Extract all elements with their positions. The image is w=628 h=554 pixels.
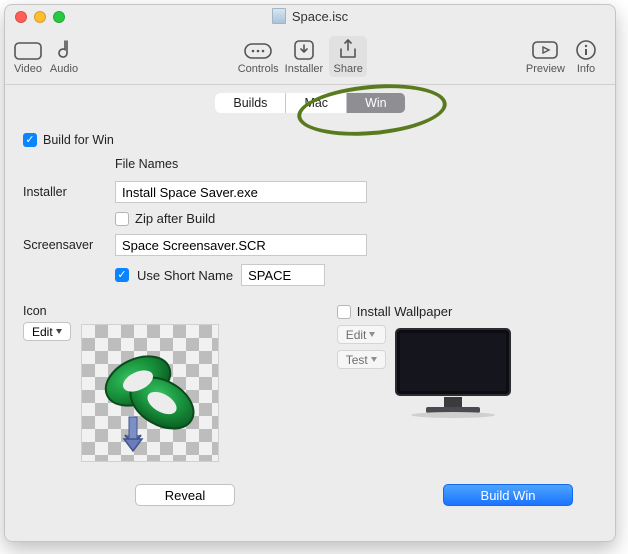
install-wallpaper-checkbox[interactable] [337, 305, 351, 319]
reveal-button[interactable]: Reveal [135, 484, 235, 506]
zip-after-build-label: Zip after Build [135, 211, 215, 226]
seg-win[interactable]: Win [347, 93, 405, 113]
zip-after-build-checkbox[interactable] [115, 212, 129, 226]
toolbar-share-label: Share [334, 63, 363, 75]
info-icon [571, 38, 601, 62]
icon-label: Icon [23, 304, 219, 318]
build-for-win-label: Build for Win [43, 133, 114, 147]
close-window-button[interactable] [15, 11, 27, 23]
icon-edit-label: Edit [32, 325, 53, 339]
screensaver-label: Screensaver [23, 238, 109, 252]
zoom-window-button[interactable] [53, 11, 65, 23]
toolbar-installer[interactable]: Installer [285, 38, 324, 75]
monitor-preview [394, 325, 512, 419]
icon-preview [81, 324, 219, 462]
wallpaper-edit-button[interactable]: Edit [337, 325, 386, 344]
audio-icon [49, 38, 79, 62]
toolbar-audio[interactable]: Audio [49, 38, 79, 75]
traffic-lights [15, 11, 65, 23]
build-for-win-row[interactable]: Build for Win [23, 133, 597, 147]
video-icon [13, 38, 43, 62]
toolbar-preview-label: Preview [526, 63, 565, 75]
installer-icon [289, 38, 319, 62]
controls-icon [243, 38, 273, 62]
seg-mac[interactable]: Mac [286, 93, 347, 113]
toolbar-controls[interactable]: Controls [238, 38, 279, 75]
shortname-label: Use Short Name [137, 268, 233, 283]
toolbar-video[interactable]: Video [13, 38, 43, 75]
toolbar-audio-label: Audio [50, 63, 78, 75]
document-icon [272, 8, 286, 24]
app-window: Space.isc Video Audio Controls [4, 4, 616, 542]
toolbar-share[interactable]: Share [329, 36, 367, 77]
toolbar-installer-label: Installer [285, 63, 324, 75]
toolbar-controls-label: Controls [238, 63, 279, 75]
preview-icon [530, 38, 560, 62]
window-title: Space.isc [292, 9, 348, 24]
seg-builds[interactable]: Builds [215, 93, 286, 113]
installer-field[interactable] [115, 181, 367, 203]
file-names-header: File Names [115, 157, 597, 171]
chevron-down-icon [369, 332, 375, 337]
titlebar: Space.isc [5, 5, 615, 27]
toolbar-preview[interactable]: Preview [526, 38, 565, 75]
toolbar-info-label: Info [577, 63, 595, 75]
chevron-down-icon [371, 357, 377, 362]
screensaver-field[interactable] [115, 234, 367, 256]
knot-icon [82, 325, 218, 461]
minimize-window-button[interactable] [34, 11, 46, 23]
segment-row: Builds Mac Win [5, 93, 615, 113]
toolbar-video-label: Video [14, 63, 42, 75]
build-for-win-checkbox[interactable] [23, 133, 37, 147]
wallpaper-edit-label: Edit [346, 328, 367, 342]
shortname-field[interactable] [241, 264, 325, 286]
shortname-checkbox[interactable] [115, 268, 129, 282]
wallpaper-test-button[interactable]: Test [337, 350, 386, 369]
icon-edit-button[interactable]: Edit [23, 322, 71, 341]
toolbar-info[interactable]: Info [571, 38, 601, 75]
download-arrow-icon [120, 415, 146, 457]
chevron-down-icon [56, 329, 62, 334]
wallpaper-test-label: Test [346, 353, 368, 367]
install-wallpaper-label: Install Wallpaper [357, 304, 453, 319]
share-icon [333, 38, 363, 62]
installer-label: Installer [23, 185, 109, 199]
install-wallpaper-row[interactable]: Install Wallpaper [337, 304, 512, 319]
build-win-button[interactable]: Build Win [443, 484, 573, 506]
platform-segment: Builds Mac Win [215, 93, 404, 113]
zip-after-build-row[interactable]: Zip after Build [115, 211, 597, 226]
toolbar: Video Audio Controls Installer Share [5, 27, 615, 85]
